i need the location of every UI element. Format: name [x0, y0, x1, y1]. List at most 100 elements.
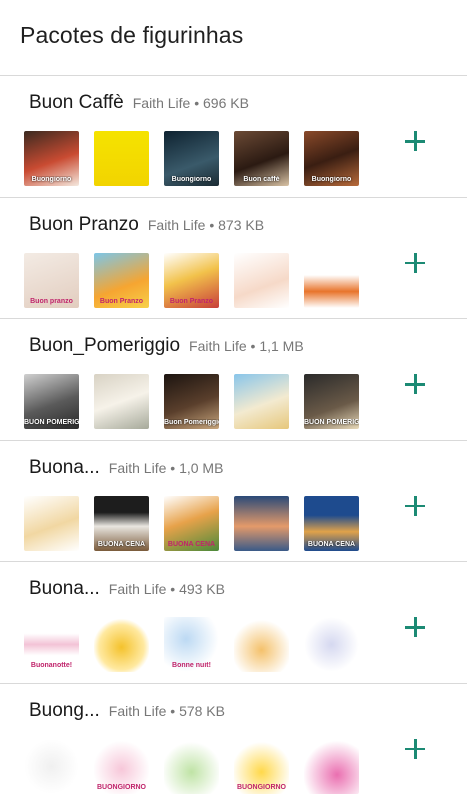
pack-header: Buona... Faith Life • 1,0 MB [29, 457, 223, 479]
meta-separator: • [205, 217, 218, 233]
sticker-caption: BUONA CENA [304, 541, 359, 549]
add-pack-plus-icon[interactable] [403, 251, 427, 275]
meta-separator: • [247, 338, 260, 354]
sticker-caption: Buongiorno [304, 176, 359, 184]
sticker-pack-list: Buon CaffèFaith Life • 696 KBBuongiornoB… [0, 76, 467, 805]
pack-name: Buon Caffè [29, 92, 124, 114]
coffee-cup-sticker: Buon caffè [234, 131, 289, 186]
pack-name: Buona... [29, 457, 100, 479]
flower-sticker [304, 739, 359, 794]
sandwich-sticker: Buon Pranzo [94, 253, 149, 308]
add-pack-plus-icon[interactable] [403, 737, 427, 761]
child-eating-sticker [234, 253, 289, 308]
pack-header: Buong... Faith Life • 578 KB [29, 700, 225, 722]
sticker-pack-row[interactable]: Buon Pranzo Faith Life • 873 KB Buon pranz… [0, 198, 467, 320]
pack-size: 493 KB [179, 581, 225, 597]
sticker-caption: BUONGIORNO [234, 784, 289, 792]
pack-meta: Faith Life • 873 KB [148, 217, 264, 233]
add-pack-plus-icon[interactable] [403, 615, 427, 639]
pack-meta: Faith Life • 1,0 MB [109, 460, 224, 476]
pack-size: 1,1 MB [259, 338, 303, 354]
sticker-caption: Bonne nuit! [164, 662, 219, 670]
sticker-pack-row[interactable]: Buona... Faith Life • 493 KB Buonanotte! Bo… [0, 562, 467, 684]
bonne-nuit-elephant-sticker [304, 617, 359, 672]
coffee-cup-sticker: Buongiorno [304, 131, 359, 186]
pack-name: Buona... [29, 578, 100, 600]
pack-meta: Faith Life • 493 KB [109, 581, 225, 597]
baby-photo-sticker: BUON POMERIGGIO [24, 374, 79, 429]
meta-separator: • [166, 581, 179, 597]
dinner-plate-sticker: BUONA CENA [94, 496, 149, 551]
pack-meta: Faith Life • 1,1 MB [189, 338, 304, 354]
sticker-pack-row[interactable]: Buong...Faith Life • 578 KBBUONGIORNOBUO… [0, 684, 467, 805]
coffee-cup-sticker [94, 131, 149, 186]
sticker-preview-strip: Buon pranzo Buon Pranzo Buon Pranzo [24, 253, 359, 308]
sticker-caption: Buon pranzo [24, 298, 79, 306]
meta-separator: • [190, 95, 203, 111]
add-pack-plus-icon[interactable] [403, 372, 427, 396]
drink-sticker [234, 374, 289, 429]
sticker-caption: Buon Pranzo [94, 298, 149, 306]
pack-author: Faith Life [189, 338, 247, 354]
food-plate-sticker: Buon Pranzo [164, 253, 219, 308]
pack-size: 578 KB [179, 703, 225, 719]
sticker-caption: BUONA CENA [94, 541, 149, 549]
pack-author: Faith Life [133, 95, 191, 111]
sticker-caption: BUON POMERIGGIO [304, 419, 359, 427]
sticker-caption: Buon caffè [234, 176, 289, 184]
sticker-caption: BUONA CENA [164, 541, 219, 549]
meta-separator: • [166, 703, 179, 719]
yoga-figure-sticker [24, 739, 79, 794]
pack-meta: Faith Life • 578 KB [109, 703, 225, 719]
pack-author: Faith Life [148, 217, 206, 233]
dinner-plate-sticker: BUONA CENA [164, 496, 219, 551]
pack-author: Faith Life [109, 460, 167, 476]
sticker-preview-strip: BUONA CENA BUONA CENA BUONA CENA [24, 496, 359, 551]
pack-header: Buona... Faith Life • 493 KB [29, 578, 225, 600]
sticker-caption: Buonanotte! [24, 662, 79, 670]
coffee-cup-sticker: Buongiorno [24, 131, 79, 186]
add-pack-plus-icon[interactable] [403, 129, 427, 153]
sheep-sticker [234, 617, 289, 672]
girl-sticker: BUONGIORNO [94, 739, 149, 794]
app-header: Pacotes de figurinhas [0, 0, 467, 76]
cartoon-sticker [164, 739, 219, 794]
text-card-sticker: BUON POMERIGGIO [304, 374, 359, 429]
dinner-plate-sticker [24, 496, 79, 551]
teddy-bear-moon-sticker [94, 617, 149, 672]
sticker-pack-row[interactable]: Buona...Faith Life • 1,0 MBBUONA CENABUO… [0, 441, 467, 563]
pack-meta: Faith Life • 696 KB [133, 95, 249, 111]
sticker-preview-strip: Buongiorno Buongiorno Buon caffè Buongiorno [24, 131, 359, 186]
flower-sticker [94, 374, 149, 429]
bonne-nuit-elephant-sticker: Bonne nuit! [164, 617, 219, 672]
pasta-sticker [304, 253, 359, 308]
sticker-caption: Buongiorno [164, 176, 219, 184]
coffee-cup-sticker: Buon Pomeriggio [164, 374, 219, 429]
baby-sticker: Buon pranzo [24, 253, 79, 308]
pack-name: Buon Pranzo [29, 214, 139, 236]
pack-header: Buon_Pomeriggio Faith Life • 1,1 MB [29, 335, 304, 357]
sticker-caption: BUON POMERIGGIO [24, 419, 79, 427]
pack-size: 696 KB [203, 95, 249, 111]
sticker-preview-strip: BUONGIORNO BUONGIORNO [24, 739, 359, 794]
sticker-caption: Buon Pomeriggio [164, 419, 219, 427]
pack-header: Buon Caffè Faith Life • 696 KB [29, 92, 249, 114]
pack-author: Faith Life [109, 703, 167, 719]
pack-header: Buon Pranzo Faith Life • 873 KB [29, 214, 264, 236]
sticker-preview-strip: Buonanotte! Bonne nuit! [24, 617, 359, 672]
sticker-caption: BUONGIORNO [94, 784, 149, 792]
sticker-pack-row[interactable]: Buon_Pomeriggio Faith Life • 1,1 MB BUON P… [0, 319, 467, 441]
coffee-cup-sticker: Buongiorno [164, 131, 219, 186]
sunset-sticker [234, 496, 289, 551]
sticker-pack-row[interactable]: Buon CaffèFaith Life • 696 KBBuongiornoB… [0, 76, 467, 198]
buonanotte-text-sticker: Buonanotte! [24, 617, 79, 672]
pack-size: 1,0 MB [179, 460, 223, 476]
pack-name: Buon_Pomeriggio [29, 335, 180, 357]
pack-size: 873 KB [218, 217, 264, 233]
add-pack-plus-icon[interactable] [403, 494, 427, 518]
pack-name: Buong... [29, 700, 100, 722]
sticker-caption: Buon Pranzo [164, 298, 219, 306]
buongiorno-text-sticker: BUONGIORNO [234, 739, 289, 794]
page-title: Pacotes de figurinhas [20, 22, 467, 49]
roast-chicken-sticker: BUONA CENA [304, 496, 359, 551]
